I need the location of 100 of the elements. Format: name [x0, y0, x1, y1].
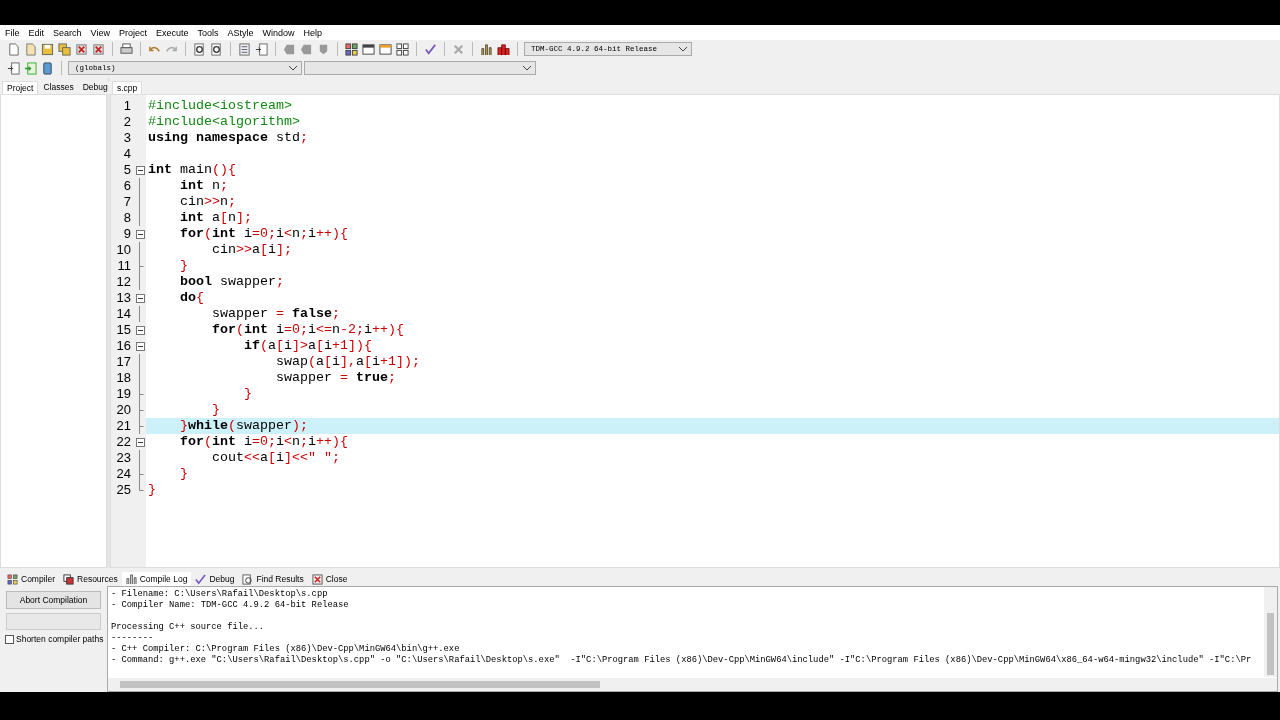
line-number: 19: [115, 386, 132, 402]
code-line: swapper = true;: [274, 370, 396, 386]
panel-tab[interactable]: Compile Log: [121, 572, 192, 586]
check-icon[interactable]: [423, 41, 438, 57]
line-number: 2: [122, 114, 132, 130]
code-line: }: [211, 402, 220, 418]
line-number: 25: [115, 482, 132, 498]
fold-toggle-icon[interactable]: [135, 165, 145, 175]
code-line: int n;: [179, 178, 228, 194]
menu-item[interactable]: File: [5, 27, 20, 38]
caret-icon: [679, 46, 687, 52]
indent-icon[interactable]: [6, 60, 21, 76]
grid-icon[interactable]: [395, 41, 410, 57]
fold-toggle-icon[interactable]: [135, 437, 145, 447]
close-icon: [311, 573, 323, 585]
menu-item[interactable]: AStyle: [227, 27, 254, 38]
line-number: 7: [122, 194, 132, 210]
stacked-windows-icon: [63, 573, 74, 585]
menu-item[interactable]: View: [90, 27, 110, 38]
fold-toggle-icon[interactable]: [135, 229, 145, 239]
fold-toggle-icon[interactable]: [135, 293, 145, 303]
checkbox[interactable]: [5, 634, 14, 644]
line-number: 13: [115, 290, 132, 306]
code-line: #include<algorithm>: [148, 114, 300, 130]
code-line: bool swapper;: [179, 274, 284, 290]
grid-icon[interactable]: [344, 41, 359, 57]
window-icon[interactable]: [361, 41, 376, 57]
line-number: 8: [122, 210, 132, 226]
code-line: for(int i=0;i<n;i++){: [179, 226, 348, 242]
log-line: --------: [111, 633, 154, 643]
code-line: }: [148, 482, 156, 498]
panel-tab[interactable]: Project: [2, 81, 39, 94]
log-line: - Filename: C:\Users\Rafail\Desktop\s.cpp: [111, 589, 328, 599]
line-number: 3: [122, 130, 132, 146]
file-tab[interactable]: s.cpp: [112, 81, 143, 94]
code-line: swapper = false;: [211, 306, 340, 322]
code-line: for(int i=0;i<=n-2;i++){: [211, 322, 404, 338]
line-number: 11: [116, 258, 132, 274]
panel-tab[interactable]: Close: [307, 572, 352, 586]
menu-item[interactable]: Tools: [197, 27, 219, 38]
line-number: 23: [115, 450, 132, 466]
horizontal-scrollbar[interactable]: [108, 678, 1277, 691]
abort-compilation-button[interactable]: Abort Compilation: [6, 591, 101, 609]
close-all-icon[interactable]: [91, 41, 106, 57]
line-number: 5: [122, 162, 132, 178]
line-number: 22: [115, 434, 132, 450]
line-number: 10: [115, 242, 132, 258]
close-icon[interactable]: [74, 41, 89, 57]
menu-item[interactable]: Search: [53, 27, 82, 38]
menu-item[interactable]: Edit: [28, 27, 45, 38]
panel-tab[interactable]: Find Results: [238, 572, 308, 586]
menu-item[interactable]: Window: [262, 27, 295, 38]
fold-toggle-icon[interactable]: [135, 325, 145, 335]
code-line: do{: [179, 290, 204, 306]
search-icon[interactable]: [209, 41, 224, 57]
indent-icon[interactable]: [254, 41, 269, 57]
caret-icon: [523, 65, 531, 71]
check-icon: [195, 573, 207, 585]
fold-toggle-icon[interactable]: [135, 341, 145, 351]
save-icon[interactable]: [40, 41, 55, 57]
line-number: 15: [115, 322, 132, 338]
code-line: int main(){: [148, 162, 236, 178]
code-line: }: [179, 466, 188, 482]
log-line: - C++ Compiler: C:\Program Files (x86)\Dev-Cpp\MinGW64\bin\g++.exe: [111, 644, 460, 654]
code-line: cin>>n;: [179, 194, 236, 210]
line-number: 12: [115, 274, 132, 290]
line-number: 21: [115, 418, 132, 434]
code-line: cout<<a[i]<<" ";: [211, 450, 340, 466]
code-line: using namespace std;: [148, 130, 308, 146]
line-number: 18: [115, 370, 132, 386]
printer-icon[interactable]: [119, 41, 134, 57]
bar-chart-icon[interactable]: [496, 41, 511, 57]
shorten-paths-checkbox[interactable]: Shorten compiler paths: [5, 634, 104, 644]
code-line: }while(swapper);: [179, 418, 308, 434]
vertical-scrollbar[interactable]: [1264, 587, 1277, 677]
menu-item[interactable]: Help: [303, 27, 323, 38]
bar-chart-icon[interactable]: [479, 41, 494, 57]
line-number: 6: [122, 178, 132, 194]
bar-chart-icon: [125, 573, 137, 585]
code-line: #include<iostream>: [148, 98, 292, 114]
code-line: }: [179, 258, 188, 274]
code-line: }: [243, 386, 252, 402]
line-number: 17: [115, 354, 132, 370]
menu-item[interactable]: Execute: [155, 27, 189, 38]
line-number: 24: [115, 466, 132, 482]
log-line: - Compiler Name: TDM-GCC 4.9.2 64-bit Release: [111, 600, 349, 610]
search-icon[interactable]: [192, 41, 207, 57]
caret-icon: [289, 65, 297, 71]
code-line: int a[n];: [179, 210, 252, 226]
line-number: 4: [122, 146, 132, 162]
code-line: cin>>a[i];: [211, 242, 292, 258]
panel-tab[interactable]: Debug: [191, 572, 239, 586]
panel-tab[interactable]: Compiler: [3, 572, 59, 586]
menu-item[interactable]: Project: [118, 27, 147, 38]
save-all-icon[interactable]: [57, 41, 72, 57]
line-number: 20: [115, 402, 132, 418]
list-icon[interactable]: [237, 41, 252, 57]
line-number: 14: [115, 306, 132, 322]
panel-tab[interactable]: Resources: [59, 572, 122, 586]
code-line: if(a[i]>a[i+1]){: [243, 338, 372, 354]
